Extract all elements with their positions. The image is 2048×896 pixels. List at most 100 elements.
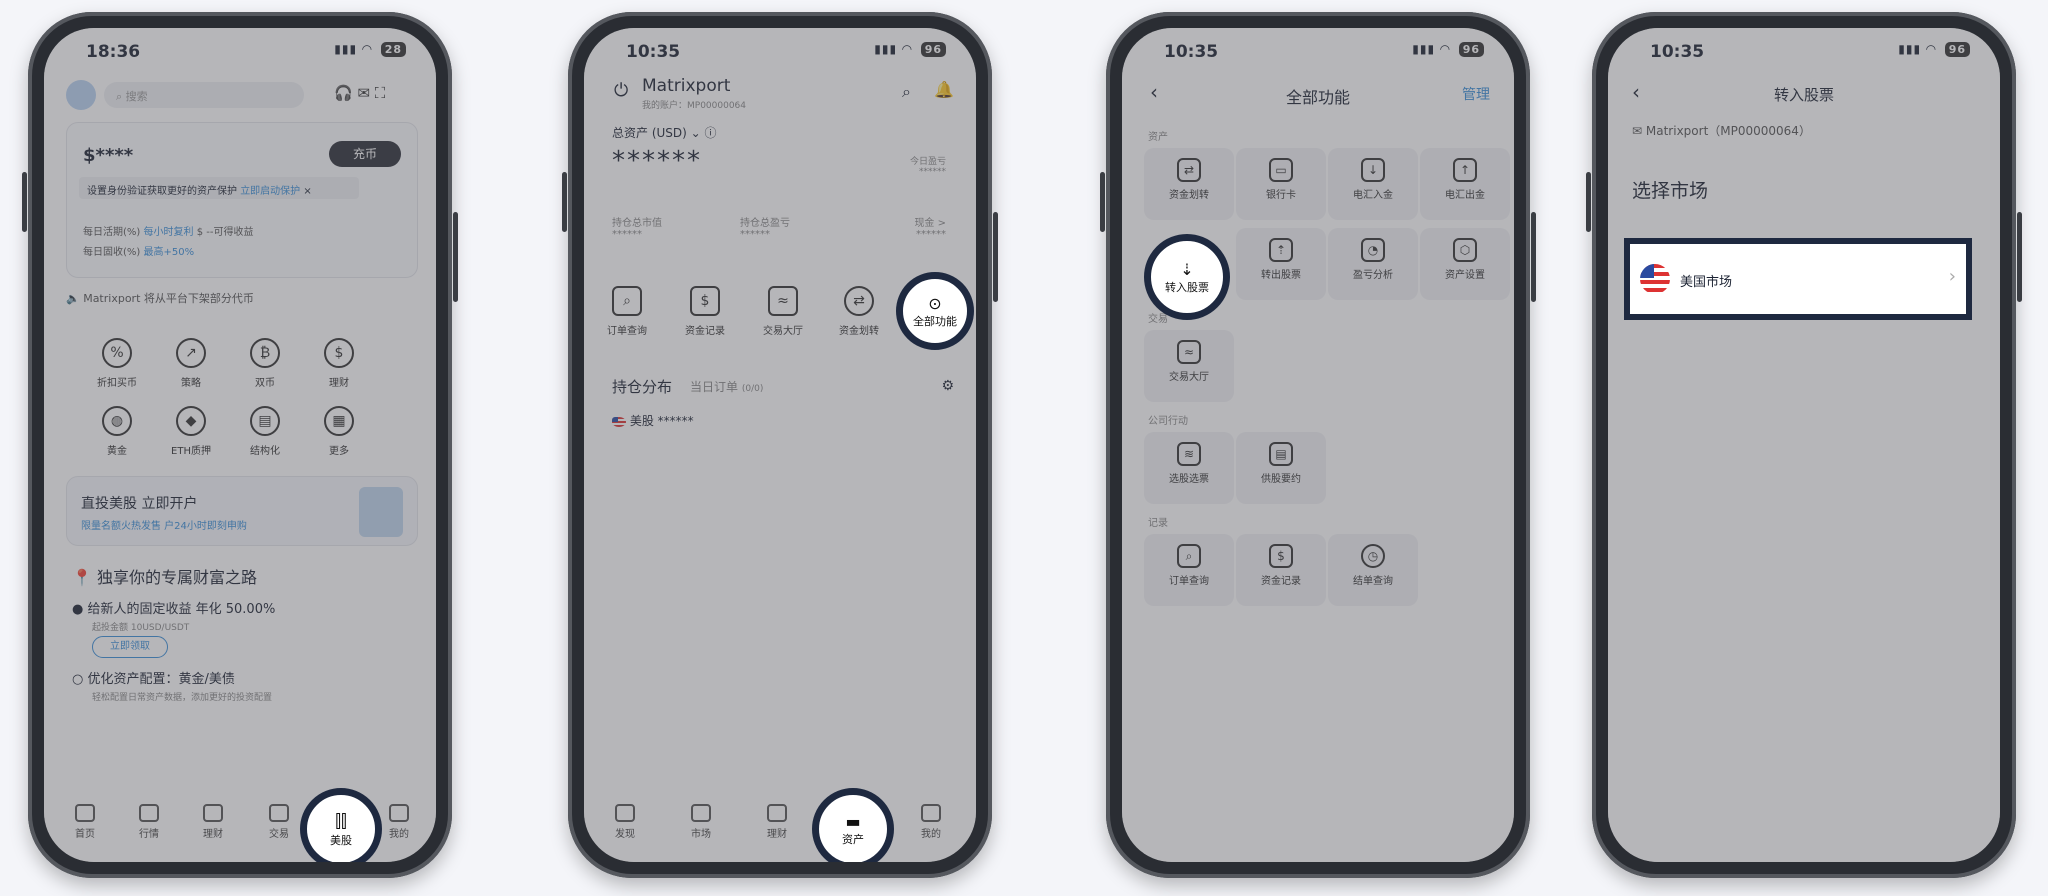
func-transfer-out[interactable]: ⇡ 转出股票 — [1236, 228, 1326, 300]
time: 10:35 — [1650, 42, 1705, 62]
account-text: Matrixport（MP00000064） — [1645, 124, 1811, 138]
us-flag-icon — [1640, 264, 1670, 294]
deposit-button[interactable]: 充币 — [329, 141, 401, 167]
tab-mine[interactable]: 我的 — [906, 804, 956, 840]
candlestick-icon: ⫿⫿ — [335, 810, 347, 832]
market-us-highlight[interactable]: 美国市场 › — [1624, 238, 1972, 320]
action-order-query[interactable]: ⌕ 订单查询 — [592, 286, 662, 337]
kyc-banner[interactable]: 设置身份验证获取更好的资产保护 立即启动保护 × — [79, 177, 359, 199]
phone-2: 10:35 ▮▮▮ ◠ 96 ⏻ Matrixport 我的账户：MP000000… — [562, 12, 998, 878]
hall-icon: ≈ — [1177, 340, 1201, 364]
tab-label: 理财 — [767, 829, 787, 840]
all-functions-highlight[interactable]: ⊙ 全部功能 — [896, 272, 974, 350]
banner-subtitle: 限量名额火热发售 户24小时即刻申购 — [81, 521, 247, 532]
func-transfer-in-highlight[interactable]: ⇣ 转入股票 — [1144, 234, 1230, 320]
us-stock-row[interactable]: 美股 ****** — [612, 412, 694, 429]
tab-holdings[interactable]: 持仓分布 — [612, 376, 672, 397]
battery: 96 — [920, 42, 946, 57]
tab-market[interactable]: 行情 — [124, 804, 174, 840]
quick-icon[interactable]: ▤ 结构化 — [230, 406, 300, 457]
func-statement[interactable]: ◷ 结单查询 — [1328, 534, 1418, 606]
screen-all-functions: 10:35 ▮▮▮ ◠ 96 ‹ 全部功能 管理 资产 ⇄ 资金划转 ▭ 银行卡 ↓ 电… — [1122, 28, 1514, 862]
total-assets-label[interactable]: 总资产 (USD) ⌄ ⓘ — [612, 124, 717, 141]
us-stock-banner[interactable]: 直投美股 立即开户 限量名额火热发售 户24小时即刻申购 — [66, 476, 418, 546]
tab-home[interactable]: 首页 — [60, 804, 110, 840]
tab-trade[interactable]: 交易 — [254, 804, 304, 840]
tab-orders[interactable]: 当日订单 (0/0) — [690, 378, 763, 395]
holding-pnl-label: 持仓总盈亏 — [740, 218, 790, 229]
quick-label: 黄金 — [107, 446, 127, 457]
period-link[interactable]: 最高+50% — [144, 247, 195, 258]
choose-market-heading: 选择市场 — [1632, 180, 1709, 202]
money-bag-icon: $ — [324, 338, 354, 368]
quick-icon[interactable]: ◍ 黄金 — [82, 406, 152, 457]
func-transfer[interactable]: ⇄ 资金划转 — [1144, 148, 1234, 220]
step1-button[interactable]: 立即领取 — [92, 636, 168, 658]
quick-icon[interactable]: % 折扣买币 — [82, 338, 152, 389]
tab-assets-highlight[interactable]: ▬ 资产 — [812, 788, 894, 862]
us-stock-value: ****** — [657, 414, 694, 428]
battery: 96 — [1944, 42, 1970, 57]
avatar[interactable] — [66, 80, 96, 110]
kyc-text: 设置身份验证获取更好的资产保护 — [87, 186, 237, 197]
document-icon: ▤ — [1269, 442, 1293, 466]
header-icons[interactable]: 🎧 ✉ ⛶ — [334, 84, 385, 102]
daily-link[interactable]: 每小时复利 — [144, 227, 194, 238]
tab-wealth[interactable]: 理财 — [188, 804, 238, 840]
func-label: 资金划转 — [1169, 190, 1209, 201]
tab-discover[interactable]: 发现 — [600, 804, 650, 840]
status-bar: 10:35 ▮▮▮ ◠ 96 — [1122, 28, 1514, 72]
notice-bar[interactable]: 🔈 Matrixport 将从平台下架部分代币 — [66, 290, 254, 306]
globe-icon: ◍ — [102, 406, 132, 436]
func-pick-stock[interactable]: ≋ 选股选票 — [1144, 432, 1234, 504]
battery: 28 — [380, 42, 406, 57]
chart-icon: ↗ — [176, 338, 206, 368]
tab-wealth[interactable]: 理财 — [752, 804, 802, 840]
bell-icon[interactable]: 🔔 — [934, 80, 954, 99]
quick-icon[interactable]: $ 理财 — [304, 338, 374, 389]
battery: 96 — [1458, 42, 1484, 57]
settings-icon[interactable]: ⚙ — [941, 378, 954, 394]
func-bank-card[interactable]: ▭ 银行卡 — [1236, 148, 1326, 220]
func-wire-in[interactable]: ↓ 电汇入金 — [1328, 148, 1418, 220]
side-button — [562, 172, 567, 232]
func-pnl[interactable]: ◔ 盈亏分析 — [1328, 228, 1418, 300]
action-label: 资金划转 — [839, 326, 879, 337]
discount-icon: % — [102, 338, 132, 368]
tab-us-stock-highlight[interactable]: ⫿⫿ 美股 — [300, 788, 382, 862]
func-fund-record[interactable]: $ 资金记录 — [1236, 534, 1326, 606]
tab-label: 首页 — [75, 829, 95, 840]
tab-label: 市场 — [691, 829, 711, 840]
period-row: 每日固收(%) 最高+50% — [83, 243, 194, 258]
status-icons: ▮▮▮ ◠ 96 — [1412, 42, 1484, 57]
manage-button[interactable]: 管理 — [1462, 84, 1490, 104]
quick-icon[interactable]: ▦ 更多 — [304, 406, 374, 457]
func-rights-offer[interactable]: ▤ 供股要约 — [1236, 432, 1326, 504]
quick-icon[interactable]: ◆ ETH质押 — [156, 406, 226, 457]
search-input[interactable]: ⌕ 搜索 — [104, 82, 304, 108]
structure-icon: ▤ — [250, 406, 280, 436]
step1-text: 给新人的固定收益 年化 50.00% — [87, 602, 276, 617]
func-order-query[interactable]: ⌕ 订单查询 — [1144, 534, 1234, 606]
action-transfer[interactable]: ⇄ 资金划转 — [824, 286, 894, 337]
all-functions-label: 全部功能 — [913, 314, 957, 328]
cash[interactable]: 现金 > ****** — [914, 214, 946, 240]
func-wire-out[interactable]: ↑ 电汇出金 — [1420, 148, 1510, 220]
func-trading-hall[interactable]: ≈ 交易大厅 — [1144, 330, 1234, 402]
action-trading-hall[interactable]: ≈ 交易大厅 — [748, 286, 818, 337]
quick-icon[interactable]: ₿ 双币 — [230, 338, 300, 389]
search-icon[interactable]: ⌕ — [902, 82, 911, 102]
func-label: 资产设置 — [1445, 270, 1485, 281]
kyc-link[interactable]: 立即启动保护 — [240, 186, 300, 197]
us-stock-label: 美股 — [629, 414, 654, 428]
quick-icon[interactable]: ↗ 策略 — [156, 338, 226, 389]
action-fund-record[interactable]: $ 资金记录 — [670, 286, 740, 337]
orders-tab-label: 当日订单 — [690, 380, 739, 394]
power-icon[interactable]: ⏻ — [614, 80, 628, 101]
side-button — [1586, 172, 1591, 232]
holding-value: 持仓总市值 ****** — [612, 214, 662, 240]
highlight-label: 美股 — [330, 833, 352, 847]
func-asset-settings[interactable]: ⬡ 资产设置 — [1420, 228, 1510, 300]
tab-market[interactable]: 市场 — [676, 804, 726, 840]
stage: 18:36 ▮▮▮ ◠ 28 ⌕ 搜索 🎧 ✉ ⛶ $**** 充币 设置身份验证… — [0, 0, 2048, 896]
